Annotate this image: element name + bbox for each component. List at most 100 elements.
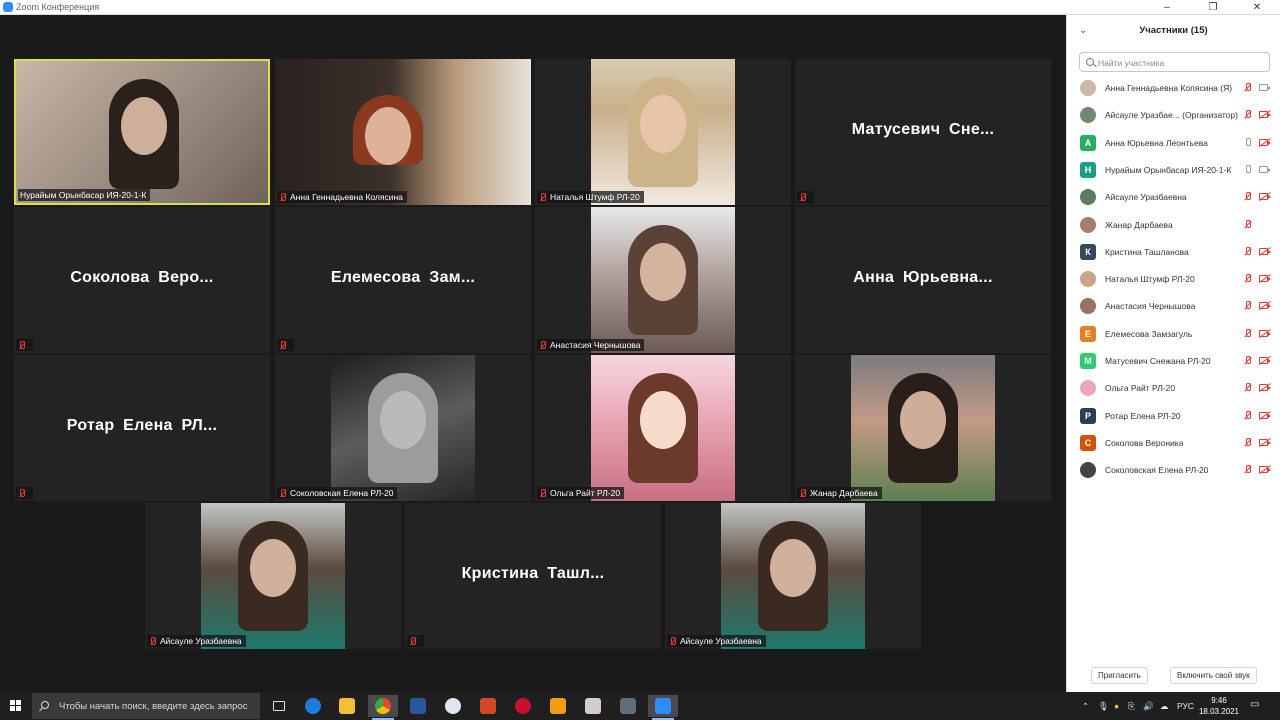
zoom-taskbar-icon[interactable] [648,695,678,720]
mic-off-icon [1243,410,1253,422]
mic-off-icon [799,192,807,202]
participant-row[interactable]: Ольга Райт РЛ-20 [1067,375,1280,402]
video-tile[interactable]: Айсауле Уразбаевна [145,503,401,649]
participant-row[interactable]: К Кристина Ташланова [1067,239,1280,266]
participant-row[interactable]: Анна Геннадьевна Колясина (Я) [1067,75,1280,102]
video-tile[interactable]: Анна Юрьевна... [795,207,1051,353]
participant-name-label: Ольга Райт РЛ-20 [537,487,625,499]
video-tile[interactable]: Матусевич Сне... [795,59,1051,205]
word-icon[interactable] [403,695,433,717]
participant-avatar: М [1080,353,1096,369]
windows-start-icon[interactable] [10,700,22,712]
participant-name: Соколова Вероника [1105,437,1184,448]
participant-row[interactable]: М Матусевич Снежана РЛ-20 [1067,348,1280,375]
app-red-icon[interactable] [508,695,538,717]
participant-row[interactable]: Соколовская Елена РЛ-20 [1067,457,1280,484]
participant-avatar [1080,271,1096,288]
taskbar-search-box[interactable]: Чтобы начать поиск, введите здесь запрос [32,693,260,719]
maximize-button[interactable]: ❐ [1190,0,1236,15]
participant-search-input[interactable] [1098,55,1266,70]
app-tool-icon[interactable] [578,695,608,717]
task-view-icon[interactable] [264,695,294,717]
video-tile[interactable]: Айсауле Уразбаевна [665,503,921,649]
paint-icon[interactable] [438,695,468,717]
minimize-button[interactable]: – [1144,0,1190,15]
participant-row[interactable]: Айсауле Уразбаевна [1067,184,1280,211]
mic-off-icon [1243,82,1253,94]
participant-name-label [16,487,33,499]
participant-row[interactable]: Наталья Штумф РЛ-20 [1067,266,1280,293]
participant-name: Кристина Ташланова [1105,246,1189,257]
video-tile[interactable]: Елемесова Зам... [275,207,531,353]
video-tile[interactable]: Наталья Штумф РЛ-20 [535,59,791,205]
camera-off-icon [1259,247,1271,255]
participant-name-label: Айсауле Уразбаевна [667,635,766,647]
mic-off-icon [279,340,287,350]
participant-row[interactable]: Айсауле Уразбае... (Организатор) [1067,102,1280,129]
participant-row[interactable]: Е Елемесова Замзагуль [1067,321,1280,348]
participant-avatar [1080,107,1096,124]
participant-row[interactable]: Жанар Дарбаева [1067,212,1280,239]
edge-browser-icon[interactable] [298,695,328,717]
file-explorer-icon[interactable] [332,695,362,717]
video-tile[interactable]: Нурайым Орынбасар ИЯ-20-1-К [14,59,270,205]
video-tile[interactable]: Соколова Веро... [14,207,270,353]
participant-name-label [797,191,814,203]
microphone-tray-icon[interactable]: 🎙 [1098,701,1109,712]
zoom-app-icon [3,2,13,12]
camera-off-icon [1259,275,1271,283]
volume-icon[interactable]: 🔊 [1143,701,1154,712]
participant-avatar: Р [1080,407,1096,424]
video-tile[interactable]: Ольга Райт РЛ-20 [535,355,791,501]
participant-row[interactable]: С Соколова Вероника [1067,430,1280,457]
participant-row[interactable]: А Анна Юрьевна Леонтьева [1067,130,1280,157]
participant-name: Жанар Дарбаева [1105,219,1173,230]
participant-name: Наталья Штумф РЛ-20 [1105,274,1195,285]
network-icon[interactable]: ⎘ [1128,701,1135,712]
app-orange-icon[interactable] [543,695,573,717]
video-tile[interactable]: Соколовская Елена РЛ-20 [275,355,531,501]
camera-icon [1259,84,1271,91]
taskbar-clock[interactable]: 9:46 18.03.2021 [1198,695,1240,717]
tray-app-icon[interactable]: ● [1114,701,1119,711]
participant-name-label: Анастасия Чернышова [537,339,645,351]
mic-off-icon [799,488,807,498]
camera-off-icon [1259,111,1271,119]
participant-row[interactable]: Н Нурайым Орынбасар ИЯ-20-1-К [1067,157,1280,184]
participant-row[interactable]: Анастасия Чернышова [1067,293,1280,320]
participant-name: Ольга Райт РЛ-20 [1105,383,1176,394]
participant-avatar [1080,189,1096,206]
participant-avatar: Н [1080,161,1096,178]
participant-avatar: А [1080,134,1096,151]
calculator-icon[interactable] [613,695,643,717]
close-button[interactable]: ✕ [1234,0,1280,15]
participant-row[interactable]: Р Ротар Елена РЛ-20 [1067,403,1280,430]
tray-expand-icon[interactable]: ⌃ [1082,701,1089,712]
participant-big-name: Кристина Ташл... [461,565,605,582]
clock-date: 18.03.2021 [1198,707,1240,716]
invite-button[interactable]: Пригласить [1091,667,1148,684]
video-tile[interactable]: Ротар Елена РЛ... [14,355,270,501]
participant-big-name: Елемесова Зам... [330,269,476,286]
participant-avatar [1080,80,1096,96]
participant-name-label: Соколовская Елена РЛ-20 [277,487,398,499]
participant-name-label: Айсауле Уразбаевна [147,635,246,647]
video-tile[interactable]: Анна Геннадьевна Колясина [275,59,531,205]
mic-off-icon [539,488,547,498]
participant-video [591,59,735,205]
mic-icon [1243,164,1253,176]
onedrive-icon[interactable]: ☁ [1160,701,1169,712]
language-indicator[interactable]: РУС [1177,701,1194,711]
video-tile[interactable]: Анастасия Чернышова [535,207,791,353]
participant-name-label: Наталья Штумф РЛ-20 [537,191,644,203]
chrome-browser-icon[interactable] [368,695,398,720]
search-icon [41,701,49,709]
video-tile[interactable]: Жанар Дарбаева [795,355,1051,501]
unmute-self-button[interactable]: Включить свой звук [1170,667,1257,684]
powerpoint-icon[interactable] [473,695,503,717]
notifications-icon[interactable]: ▭ [1250,699,1259,710]
participants-title: Участники (15) [1139,25,1208,36]
mic-off-icon [539,340,547,350]
video-tile[interactable]: Кристина Ташл... [405,503,661,649]
mic-off-icon [1243,300,1253,312]
